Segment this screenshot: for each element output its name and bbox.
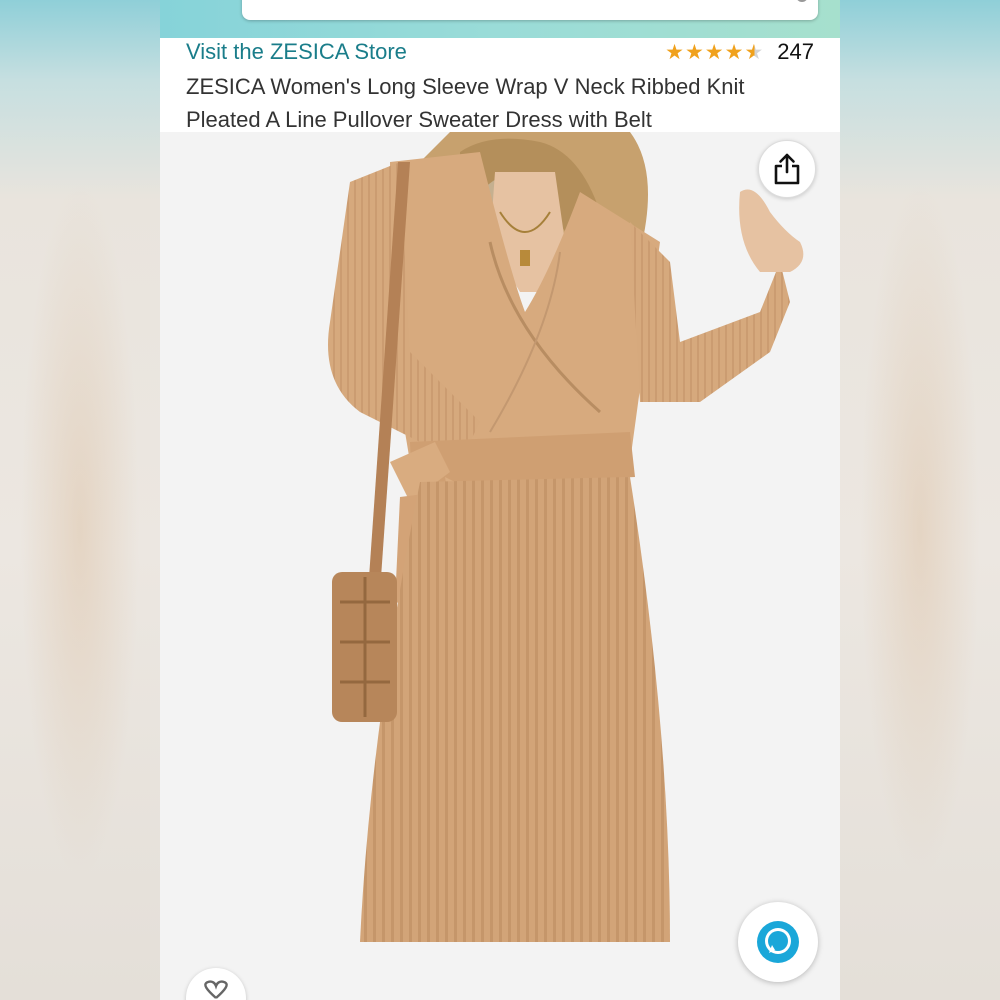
- star-rating: ★ ★ ★ ★ ★: [665, 39, 764, 64]
- search-bar-trailing-icon[interactable]: [796, 0, 808, 2]
- phone-screen: Visit the ZESICA Store ★ ★ ★ ★ ★ 247 ZES…: [160, 0, 840, 1000]
- alexa-button[interactable]: [738, 902, 818, 982]
- share-icon: [774, 153, 800, 185]
- product-image[interactable]: [160, 132, 840, 1000]
- visit-store-link[interactable]: Visit the ZESICA Store: [186, 38, 407, 66]
- heart-icon: [204, 980, 228, 999]
- star-icon: ★: [724, 39, 744, 64]
- star-icon: ★: [665, 39, 684, 64]
- star-icon: ★: [704, 39, 724, 64]
- alexa-icon: [757, 921, 799, 963]
- product-title: ZESICA Women's Long Sleeve Wrap V Neck R…: [186, 74, 745, 132]
- rating-count[interactable]: 247: [777, 39, 814, 65]
- right-hand: [739, 189, 804, 272]
- share-button[interactable]: [758, 140, 816, 198]
- blurred-backdrop-left: [0, 0, 160, 1000]
- blurred-backdrop-right: [840, 0, 1000, 1000]
- half-star-icon: ★: [744, 39, 764, 64]
- product-header: Visit the ZESICA Store ★ ★ ★ ★ ★ 247 ZES…: [160, 38, 840, 132]
- star-icon: ★: [684, 39, 704, 64]
- search-bar[interactable]: [242, 0, 818, 20]
- rating-summary[interactable]: ★ ★ ★ ★ ★ 247: [665, 38, 814, 66]
- dress-photo-illustration: [328, 132, 804, 942]
